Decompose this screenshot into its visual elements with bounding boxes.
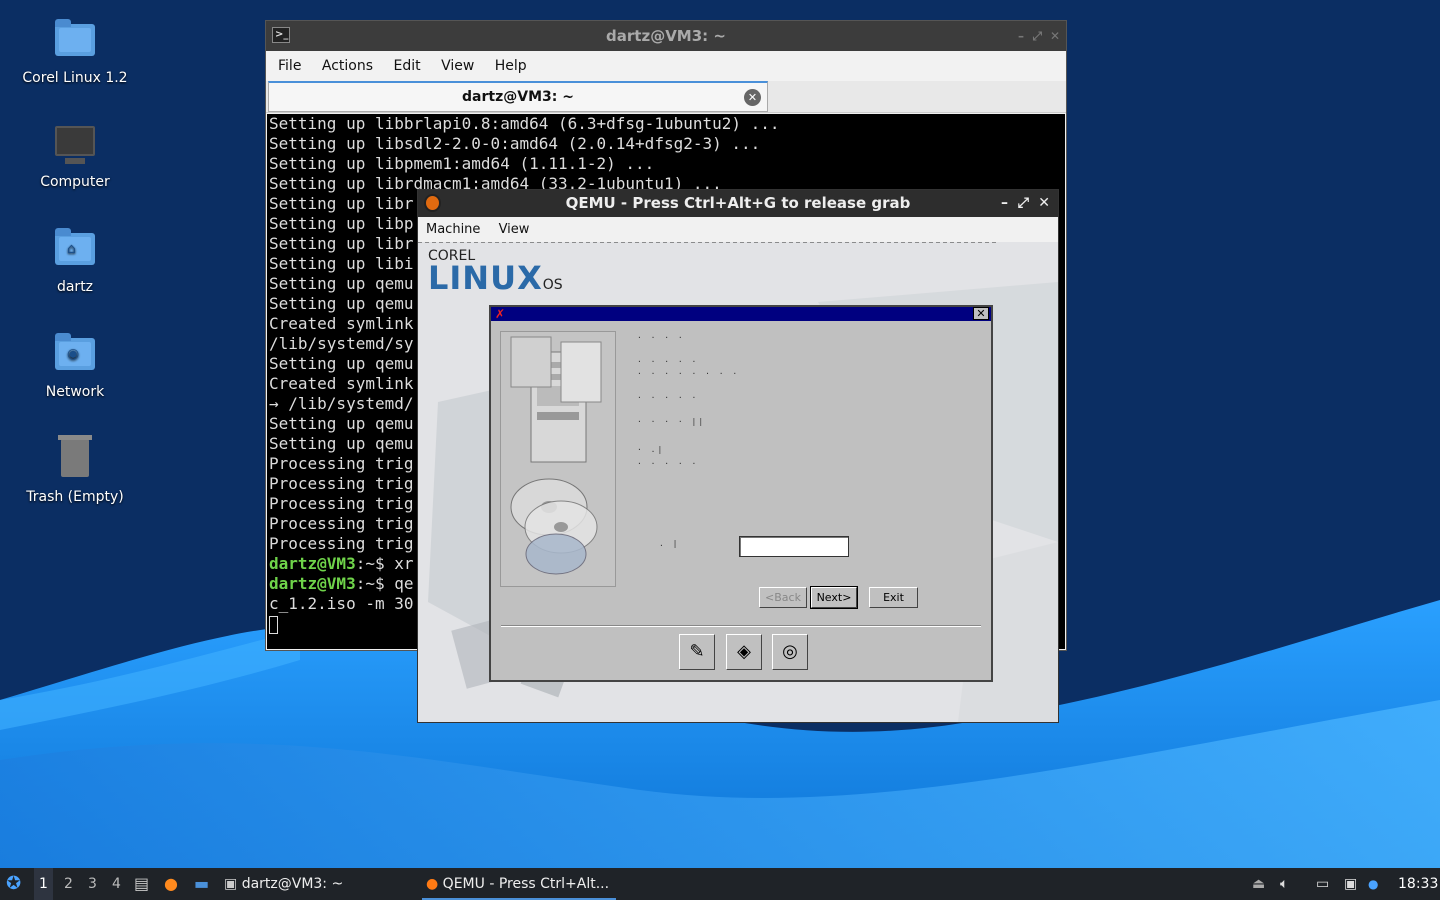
menu-actions[interactable]: Actions xyxy=(314,58,381,74)
drive-tool-icon[interactable]: ◈ xyxy=(726,634,762,670)
minimize-icon[interactable]: – xyxy=(1001,190,1008,217)
menu-edit[interactable]: Edit xyxy=(385,58,428,74)
next-button[interactable]: Next> xyxy=(810,586,858,609)
terminal-titlebar[interactable]: >_ dartz@VM3: ~ – ⤢ ✕ xyxy=(266,21,1066,51)
qemu-window[interactable]: QEMU - Press Ctrl+Alt+G to release grab … xyxy=(417,189,1059,723)
desktop-icon-network[interactable]: ◉ Network xyxy=(10,330,140,400)
terminal-line: Setting up libsdl2-2.0-0:amd64 (2.0.14+d… xyxy=(269,134,761,153)
command-text: $ xr xyxy=(374,554,414,573)
logo-linux-text: LINUX xyxy=(428,259,543,297)
taskbar: ✪ 1 2 3 4 ▤ ● ▬ ▣ dartz@VM3: ~ ● QEMU - … xyxy=(0,868,1440,900)
cdrom-tool-icon[interactable]: ◎ xyxy=(772,634,808,670)
qemu-titlebar[interactable]: QEMU - Press Ctrl+Alt+G to release grab … xyxy=(418,190,1058,217)
terminal-tab-bar: dartz@VM3: ~ ✕ xyxy=(266,81,1066,113)
home-folder-icon: ⌂ xyxy=(51,225,99,273)
exit-button[interactable]: Exit xyxy=(869,587,918,608)
menu-view[interactable]: View xyxy=(433,58,482,74)
qemu-menubar: Machine View xyxy=(418,217,1058,242)
desktop-icon-label: dartz xyxy=(56,279,94,295)
installer-dialog[interactable]: ✗ ✕ · · · · · · · · · · · · · · · · · · … xyxy=(489,305,993,682)
menu-help[interactable]: Help xyxy=(487,58,535,74)
command-text: $ qe xyxy=(374,574,414,593)
tab-close-icon[interactable]: ✕ xyxy=(744,89,761,106)
network-status-icon[interactable]: ▣ xyxy=(1344,868,1357,900)
installer-titlebar[interactable]: ✗ ✕ xyxy=(491,307,991,321)
prompt-path: :~ xyxy=(355,574,375,593)
clipboard-icon[interactable]: ▭ xyxy=(1316,868,1329,900)
terminal-icon: ▣ xyxy=(224,876,238,892)
desktop-icon-corel-linux[interactable]: Corel Linux 1.2 xyxy=(10,16,140,86)
close-icon[interactable]: ✕ xyxy=(973,307,989,320)
terminal-line: Setting up libbrlapi0.8:amd64 (6.3+dfsg-… xyxy=(269,114,780,133)
x-logo-icon: ✗ xyxy=(495,307,506,321)
clock[interactable]: 18:33 xyxy=(1398,868,1438,900)
folder-icon xyxy=(51,16,99,64)
desktop-icon-computer[interactable]: Computer xyxy=(10,120,140,190)
installer-text-field[interactable] xyxy=(739,536,849,557)
close-icon[interactable]: ✕ xyxy=(1050,21,1060,51)
firefox-icon[interactable]: ● xyxy=(164,868,178,900)
install-tool-icon[interactable]: ✎ xyxy=(679,634,715,670)
workspace-3[interactable]: 3 xyxy=(88,868,97,900)
taskbar-task-terminal[interactable]: ▣ dartz@VM3: ~ xyxy=(224,868,414,900)
workspace-2[interactable]: 2 xyxy=(64,868,73,900)
corel-linux-logo: COREL LINUXOS xyxy=(428,248,563,294)
desktop-icon-label: Corel Linux 1.2 xyxy=(22,70,128,86)
prompt-user: dartz@VM3 xyxy=(269,574,356,593)
close-icon[interactable]: ✕ xyxy=(1038,190,1050,217)
workspace-1[interactable]: 1 xyxy=(34,868,53,900)
keyboard-indicator-icon[interactable]: ⏏ xyxy=(1252,868,1265,900)
desktop-icon-trash[interactable]: Trash (Empty) xyxy=(10,435,140,505)
installer-separator xyxy=(501,625,981,627)
prompt-user: dartz@VM3 xyxy=(269,554,356,573)
installer-illustration xyxy=(500,331,616,587)
qemu-icon: ● xyxy=(426,876,439,892)
trash-icon xyxy=(51,435,99,483)
maximize-icon[interactable]: ⤢ xyxy=(1018,190,1029,217)
network-folder-icon: ◉ xyxy=(51,330,99,378)
desktop-icon-label: Network xyxy=(45,384,105,400)
task-label: dartz@VM3: ~ xyxy=(241,876,344,892)
qemu-icon xyxy=(424,194,441,212)
volume-icon[interactable]: 🔈︎ xyxy=(1280,868,1288,900)
terminal-title: dartz@VM3: ~ xyxy=(606,27,726,45)
desktop-icon-label: Computer xyxy=(40,174,110,190)
maximize-icon[interactable]: ⤢ xyxy=(1032,21,1042,51)
menu-file[interactable]: File xyxy=(270,58,309,74)
desktop-icon-label: Trash (Empty) xyxy=(26,489,124,505)
task-label: QEMU - Press Ctrl+Alt... xyxy=(442,876,610,892)
workspace-4[interactable]: 4 xyxy=(112,868,121,900)
computer-icon xyxy=(51,120,99,168)
terminal-tab-label: dartz@VM3: ~ xyxy=(462,89,574,105)
terminal-menubar: File Actions Edit View Help xyxy=(266,51,1066,81)
logo-os-text: OS xyxy=(542,277,563,293)
back-button[interactable]: <Back xyxy=(759,587,807,608)
terminal-cursor xyxy=(269,615,278,634)
qemu-title: QEMU - Press Ctrl+Alt+G to release grab xyxy=(565,194,911,212)
taskbar-task-qemu[interactable]: ● QEMU - Press Ctrl+Alt... xyxy=(422,868,616,900)
terminal-line: Setting up libpmem1:amd64 (1.11.1-2) ... xyxy=(269,154,655,173)
show-desktop-icon[interactable]: ▬ xyxy=(194,868,209,900)
minimize-icon[interactable]: – xyxy=(1018,21,1024,51)
terminal-tab[interactable]: dartz@VM3: ~ ✕ xyxy=(268,81,768,112)
guest-display[interactable]: COREL LINUXOS ✗ ✕ · · · · · · · · · · · … xyxy=(418,242,1058,722)
menu-view[interactable]: View xyxy=(499,222,530,237)
desktop-icon-home[interactable]: ⌂ dartz xyxy=(10,225,140,295)
menu-machine[interactable]: Machine xyxy=(426,222,480,237)
terminal-icon: >_ xyxy=(272,27,290,43)
start-menu-icon[interactable]: ✪ xyxy=(6,868,21,900)
file-manager-icon[interactable]: ▤ xyxy=(134,868,149,900)
notification-icon[interactable]: ● xyxy=(1368,868,1378,900)
prompt-path: :~ xyxy=(355,554,375,573)
